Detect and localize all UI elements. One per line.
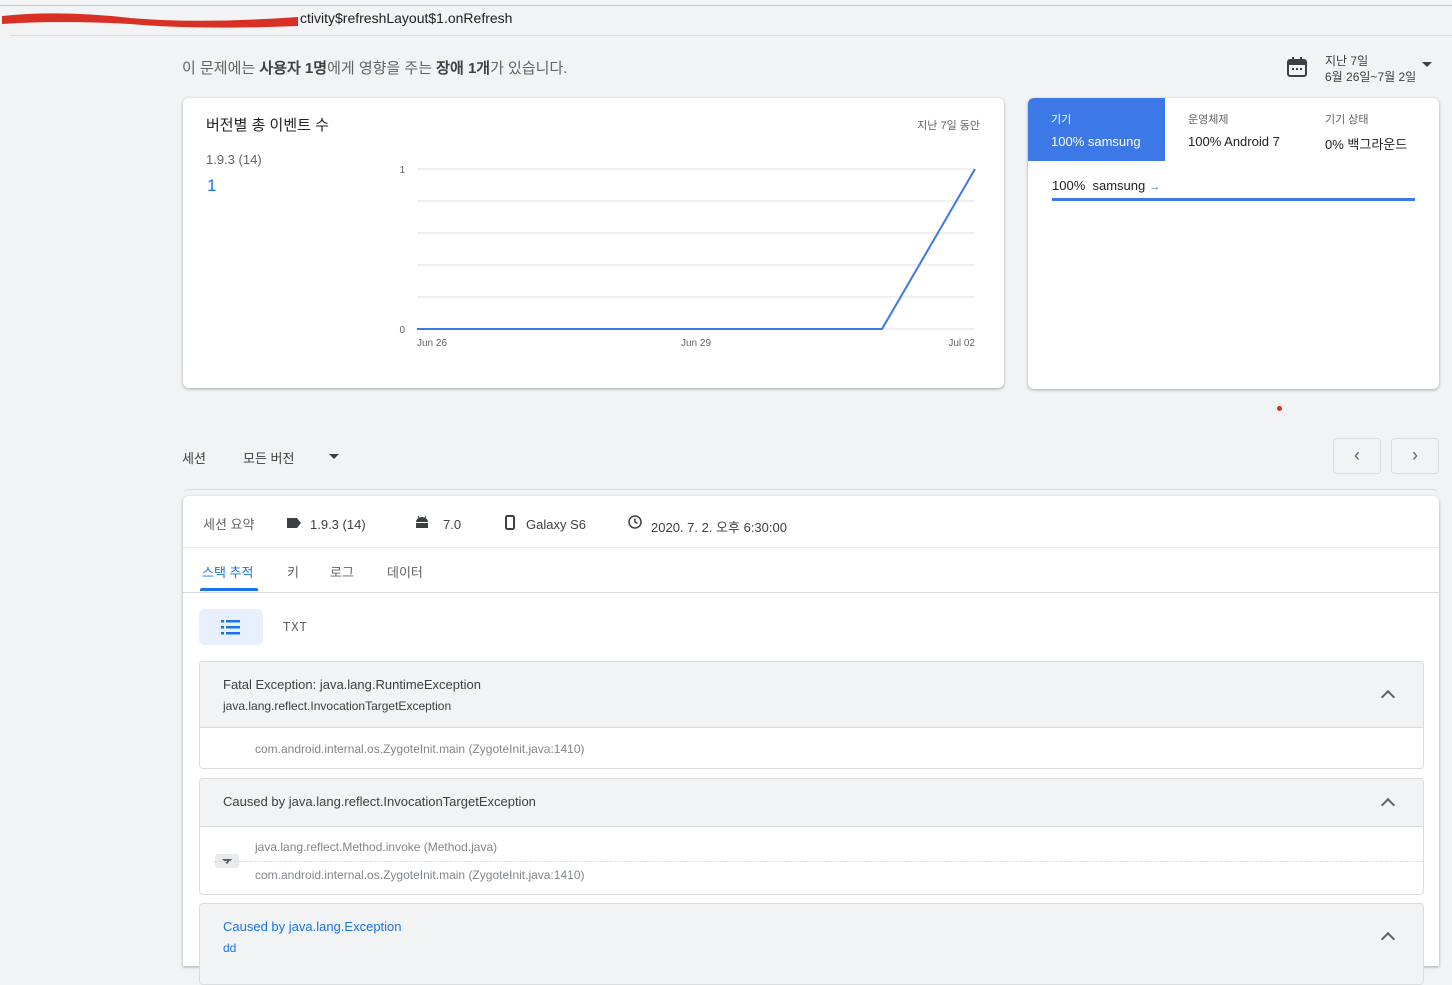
session-summary-label: 세션 요약 <box>203 517 255 532</box>
session-app-version: 1.9.3 (14) <box>310 517 366 532</box>
chevron-up-icon[interactable] <box>1380 689 1396 705</box>
active-tab-indicator <box>200 588 258 591</box>
clock-icon <box>628 515 642 529</box>
top-border <box>0 5 1452 6</box>
separator <box>183 592 1439 593</box>
session-summary-row: 세션 요약 1.9.3 (14) 7.0 Galaxy S6 2020. 7. … <box>183 514 1439 538</box>
chevron-down-icon[interactable] <box>329 454 339 459</box>
redaction-mark <box>2 13 298 28</box>
chevron-up-icon[interactable] <box>1380 797 1396 813</box>
session-android-version: 7.0 <box>443 517 462 532</box>
date-range-picker[interactable]: 지난 7일 6월 26일~7월 2일 <box>1286 50 1436 86</box>
status-dot <box>1277 406 1282 411</box>
issue-title: ctivity$refreshLayout$1.onRefresh <box>300 10 513 26</box>
exception-block: Caused by java.lang.reflect.InvocationTa… <box>199 778 1424 895</box>
phone-icon <box>505 515 515 530</box>
device-share-bar <box>1052 198 1415 201</box>
date-range-dates: 6월 26일~7월 2일 <box>1325 70 1417 84</box>
x-tick-label: Jul 02 <box>948 338 975 349</box>
separator <box>183 547 1439 548</box>
y-tick-label: 0 <box>399 325 405 336</box>
android-icon <box>416 516 428 528</box>
exception-title: Fatal Exception: java.lang.RuntimeExcept… <box>223 677 481 692</box>
tab-device[interactable]: 기기 100% samsung <box>1028 98 1165 161</box>
exception-subtitle: java.lang.reflect.InvocationTargetExcept… <box>223 699 452 713</box>
version-filter-select[interactable]: 모든 버전 <box>243 448 294 467</box>
date-range-label: 지난 7일 <box>1325 54 1369 68</box>
prev-session-button[interactable]: ‹ <box>1333 438 1381 474</box>
x-tick-label: Jun 26 <box>417 338 447 349</box>
stack-frame: com.android.internal.os.ZygoteInit.main … <box>255 868 585 882</box>
tab-keys[interactable]: 키 <box>287 562 299 581</box>
exception-header[interactable]: Caused by java.lang.reflect.InvocationTa… <box>200 779 1423 827</box>
session-time: 2020. 7. 2. 오후 6:30:00 <box>651 520 787 535</box>
chevron-down-icon <box>1422 62 1432 67</box>
sessions-label: 세션 <box>182 451 206 466</box>
calendar-icon <box>1287 57 1307 77</box>
session-card: 세션 요약 1.9.3 (14) 7.0 Galaxy S6 2020. 7. … <box>183 496 1439 985</box>
issue-title-row: ctivity$refreshLayout$1.onRefresh <box>0 8 1452 32</box>
header-divider <box>10 35 1452 36</box>
list-icon <box>221 620 240 635</box>
exception-subtitle: dd <box>223 941 237 955</box>
frame-separator <box>214 861 1423 862</box>
stack-frame: java.lang.reflect.Method.invoke (Method.… <box>255 840 498 854</box>
tab-os[interactable]: 운영체제 100% Android 7 <box>1165 98 1302 161</box>
tab-data[interactable]: 데이터 <box>387 562 423 581</box>
tab-logs[interactable]: 로그 <box>330 562 354 581</box>
device-breakdown-card: 기기 100% samsung 운영체제 100% Android 7 기기 상… <box>1028 98 1439 389</box>
session-device: Galaxy S6 <box>526 517 586 532</box>
issue-summary: 이 문제에는 사용자 1명에게 영향을 주는 장애 1개가 있습니다. <box>182 60 568 77</box>
exception-title: Caused by java.lang.Exception <box>223 919 402 934</box>
x-tick-label: Jun 29 <box>681 338 711 349</box>
stack-frame: com.android.internal.os.ZygoteInit.main … <box>255 742 585 756</box>
exception-block: Caused by java.lang.Exception dd <box>199 903 1424 985</box>
device-row-samsung[interactable]: 100% samsung → <box>1052 178 1160 193</box>
device-row-name: samsung <box>1092 178 1146 193</box>
tab-stack-trace[interactable]: 스택 추적 <box>202 562 253 581</box>
list-view-button[interactable] <box>199 609 263 645</box>
txt-view-button[interactable]: TXT <box>283 620 308 634</box>
tab-device-state[interactable]: 기기 상태 0% 백그라운드 <box>1302 98 1439 161</box>
events-by-version-card: 버전별 총 이벤트 수 지난 7일 동안 1.9.3 (14) 1 1 0 Jun … <box>183 98 1004 388</box>
y-tick-label: 1 <box>399 165 405 176</box>
exception-block: Fatal Exception: java.lang.RuntimeExcept… <box>199 661 1424 769</box>
tag-icon <box>287 518 301 528</box>
chevron-up-icon[interactable] <box>1380 931 1396 947</box>
events-line-chart: 1 0 Jun 26 Jun 29 Jul 02 <box>399 165 976 349</box>
arrow-right-icon: → <box>1149 181 1161 193</box>
next-session-button[interactable]: › <box>1391 438 1439 474</box>
exception-header[interactable]: Fatal Exception: java.lang.RuntimeExcept… <box>200 662 1423 728</box>
series-line <box>417 168 976 330</box>
exception-header[interactable]: Caused by java.lang.Exception dd <box>200 904 1423 984</box>
exception-title: Caused by java.lang.reflect.InvocationTa… <box>223 794 536 809</box>
device-row-percent: 100% <box>1052 178 1086 193</box>
